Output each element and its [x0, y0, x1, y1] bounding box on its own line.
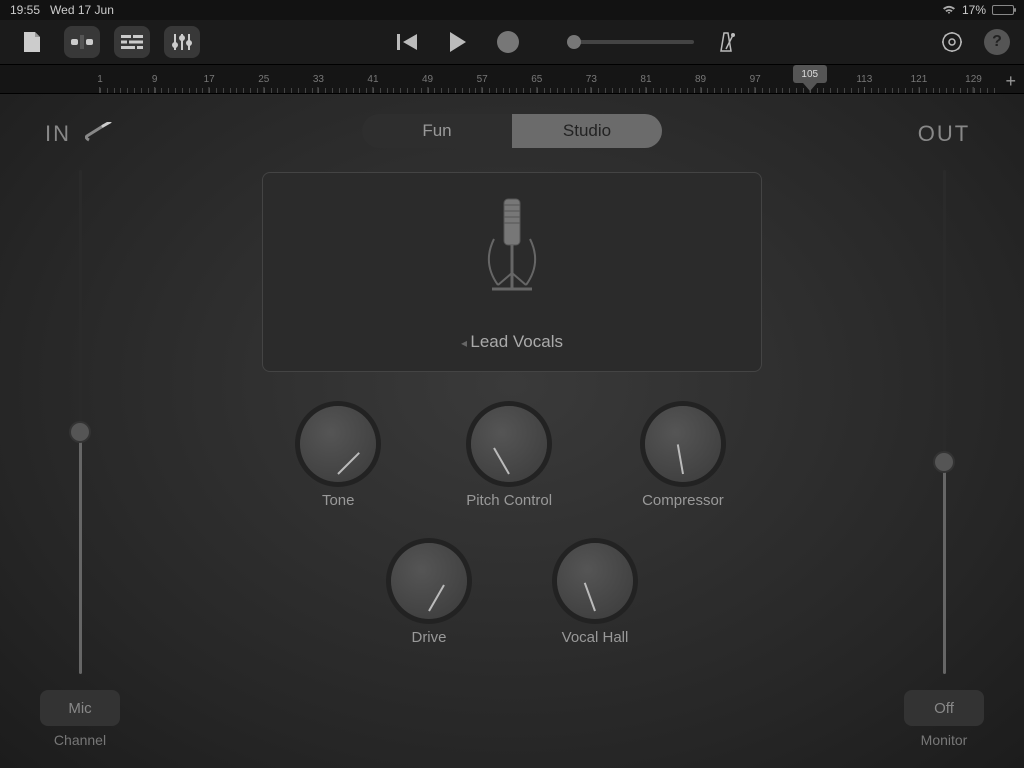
knob-vocal-hall[interactable]: Vocal Hall	[557, 543, 633, 646]
microphone-icon	[472, 193, 552, 318]
ruler-tick: 113	[856, 74, 872, 93]
knob-label: Vocal Hall	[562, 629, 629, 646]
ruler-tick: 41	[367, 74, 378, 93]
status-right: 17%	[942, 3, 1014, 17]
seg-fun[interactable]: Fun	[362, 114, 512, 148]
ruler-tick: 25	[258, 74, 269, 93]
monitor-off-button[interactable]: Off	[904, 690, 984, 726]
input-jack-icon[interactable]	[85, 122, 115, 147]
knob-label: Tone	[322, 492, 355, 509]
status-time: 19:55	[10, 3, 40, 17]
center-panel: Fun Studio Lead Vocals Tone Pitch Control…	[160, 114, 864, 748]
output-panel: OUT Off Monitor	[884, 114, 1004, 748]
ruler-tick: 121	[911, 74, 928, 93]
add-section-button[interactable]: +	[1005, 71, 1016, 92]
input-panel: IN Mic Channel	[20, 114, 140, 748]
ruler-tick: 9	[152, 74, 158, 93]
track-controls-button[interactable]	[164, 26, 200, 58]
preset-selector[interactable]: Lead Vocals	[262, 172, 762, 372]
ruler-tick: 73	[586, 74, 597, 93]
transport	[390, 26, 744, 58]
knob-pitch-control[interactable]: Pitch Control	[466, 406, 552, 509]
status-bar: 19:55 Wed 17 Jun 17%	[0, 0, 1024, 20]
channel-label: Channel	[54, 732, 106, 748]
status-datetime: 19:55 Wed 17 Jun	[10, 3, 114, 17]
battery-icon	[992, 5, 1014, 15]
channel-mic-button[interactable]: Mic	[40, 690, 120, 726]
knob-tone[interactable]: Tone	[300, 406, 376, 509]
ruler-tick: 49	[422, 74, 433, 93]
battery-percent: 17%	[962, 3, 986, 17]
tracks-button[interactable]	[114, 26, 150, 58]
monitor-label: Monitor	[921, 732, 968, 748]
ruler-tick: 57	[477, 74, 488, 93]
record-button[interactable]	[490, 26, 526, 58]
playhead[interactable]: 105	[793, 65, 827, 91]
knob-label: Drive	[411, 629, 446, 646]
settings-button[interactable]	[934, 26, 970, 58]
output-level-slider[interactable]	[943, 170, 946, 674]
play-button[interactable]	[440, 26, 476, 58]
out-label: OUT	[918, 121, 970, 147]
seg-studio[interactable]: Studio	[512, 114, 662, 148]
knob-compressor[interactable]: Compressor	[642, 406, 724, 509]
output-level-fill	[943, 462, 946, 674]
timeline-ruler[interactable]: 191725334149576573818997105113121129105 …	[0, 64, 1024, 94]
input-level-fill	[79, 432, 82, 674]
wifi-icon	[942, 5, 956, 15]
toolbar: ?	[0, 20, 1024, 64]
help-button[interactable]: ?	[984, 29, 1010, 55]
ruler-tick: 97	[750, 74, 761, 93]
input-level-slider[interactable]	[79, 170, 82, 674]
ruler-tick: 33	[313, 74, 324, 93]
my-songs-button[interactable]	[14, 26, 50, 58]
knob-rows: Tone Pitch Control Compressor Drive Vocal H…	[300, 406, 724, 646]
input-level-thumb[interactable]	[69, 421, 91, 443]
toolbar-left	[14, 26, 200, 58]
output-level-thumb[interactable]	[933, 451, 955, 473]
metronome-button[interactable]	[708, 26, 744, 58]
ruler-tick: 129	[965, 74, 982, 93]
knob-label: Compressor	[642, 492, 724, 509]
song-position-thumb[interactable]	[567, 35, 581, 49]
preset-name: Lead Vocals	[461, 332, 563, 352]
knob-label: Pitch Control	[466, 492, 552, 509]
ruler-tick: 1	[97, 74, 103, 93]
main-area: IN Mic Channel OUT Off Monitor Fun Studi…	[0, 94, 1024, 768]
song-position-slider[interactable]	[574, 40, 694, 44]
mode-segmented: Fun Studio	[362, 114, 662, 148]
browser-button[interactable]	[64, 26, 100, 58]
ruler-tick: 89	[695, 74, 706, 93]
knob-drive[interactable]: Drive	[391, 543, 467, 646]
ruler-tick: 17	[204, 74, 215, 93]
ruler-tick: 65	[531, 74, 542, 93]
in-label: IN	[45, 121, 71, 147]
toolbar-right: ?	[934, 26, 1010, 58]
ruler-tick: 81	[640, 74, 651, 93]
rewind-button[interactable]	[390, 26, 426, 58]
status-date: Wed 17 Jun	[50, 3, 114, 17]
record-icon	[497, 31, 519, 53]
